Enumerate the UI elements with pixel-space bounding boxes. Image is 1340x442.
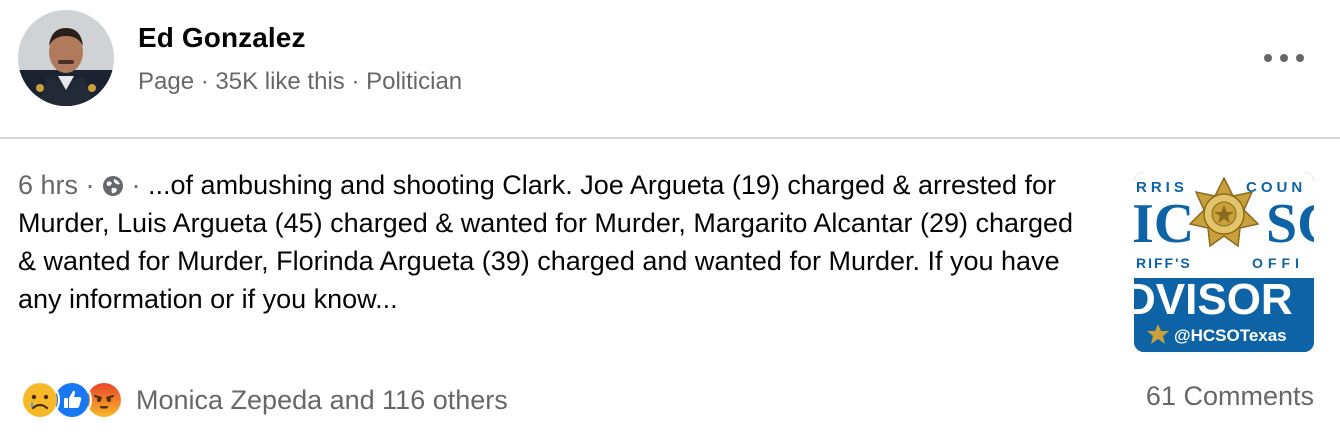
page-meta: Page · 35K like this · Politician xyxy=(138,68,463,95)
comments-count[interactable]: 61 Comments xyxy=(1146,381,1314,412)
thumb-handle: @HCSOTexas xyxy=(1174,326,1287,345)
thumb-letters-left: IC xyxy=(1134,193,1194,255)
globe-icon xyxy=(102,170,124,200)
reaction-count[interactable]: Monica Zepeda and 116 others xyxy=(136,385,508,416)
post-header: Ed Gonzalez Page · 35K like this · Polit… xyxy=(0,0,1340,138)
reactions-summary[interactable]: Monica Zepeda and 116 others xyxy=(20,380,508,420)
divider xyxy=(0,137,1340,139)
post-snippet[interactable]: 6 hrs · · ...of ambushing and shooting C… xyxy=(18,166,1098,318)
thumb-letters-right: SC xyxy=(1266,193,1314,255)
profile-avatar[interactable] xyxy=(18,10,114,106)
sad-icon xyxy=(20,380,60,420)
thumb-mid-right: OFFI xyxy=(1252,255,1304,271)
post-text: ...of ambushing and shooting Clark. Joe … xyxy=(18,170,1074,314)
post-thumbnail[interactable]: RRIS COUN IC SC RIFF'S OFFI DVISOR @HCSO… xyxy=(1134,172,1314,352)
separator-2: · xyxy=(124,170,149,200)
thumb-big-word: DVISOR xyxy=(1134,275,1293,324)
more-options-icon[interactable] xyxy=(1264,46,1304,70)
post-time[interactable]: 6 hrs xyxy=(18,170,78,200)
thumb-mid-left: RIFF'S xyxy=(1136,255,1192,271)
page-name[interactable]: Ed Gonzalez xyxy=(138,22,306,54)
separator: · xyxy=(78,170,103,200)
